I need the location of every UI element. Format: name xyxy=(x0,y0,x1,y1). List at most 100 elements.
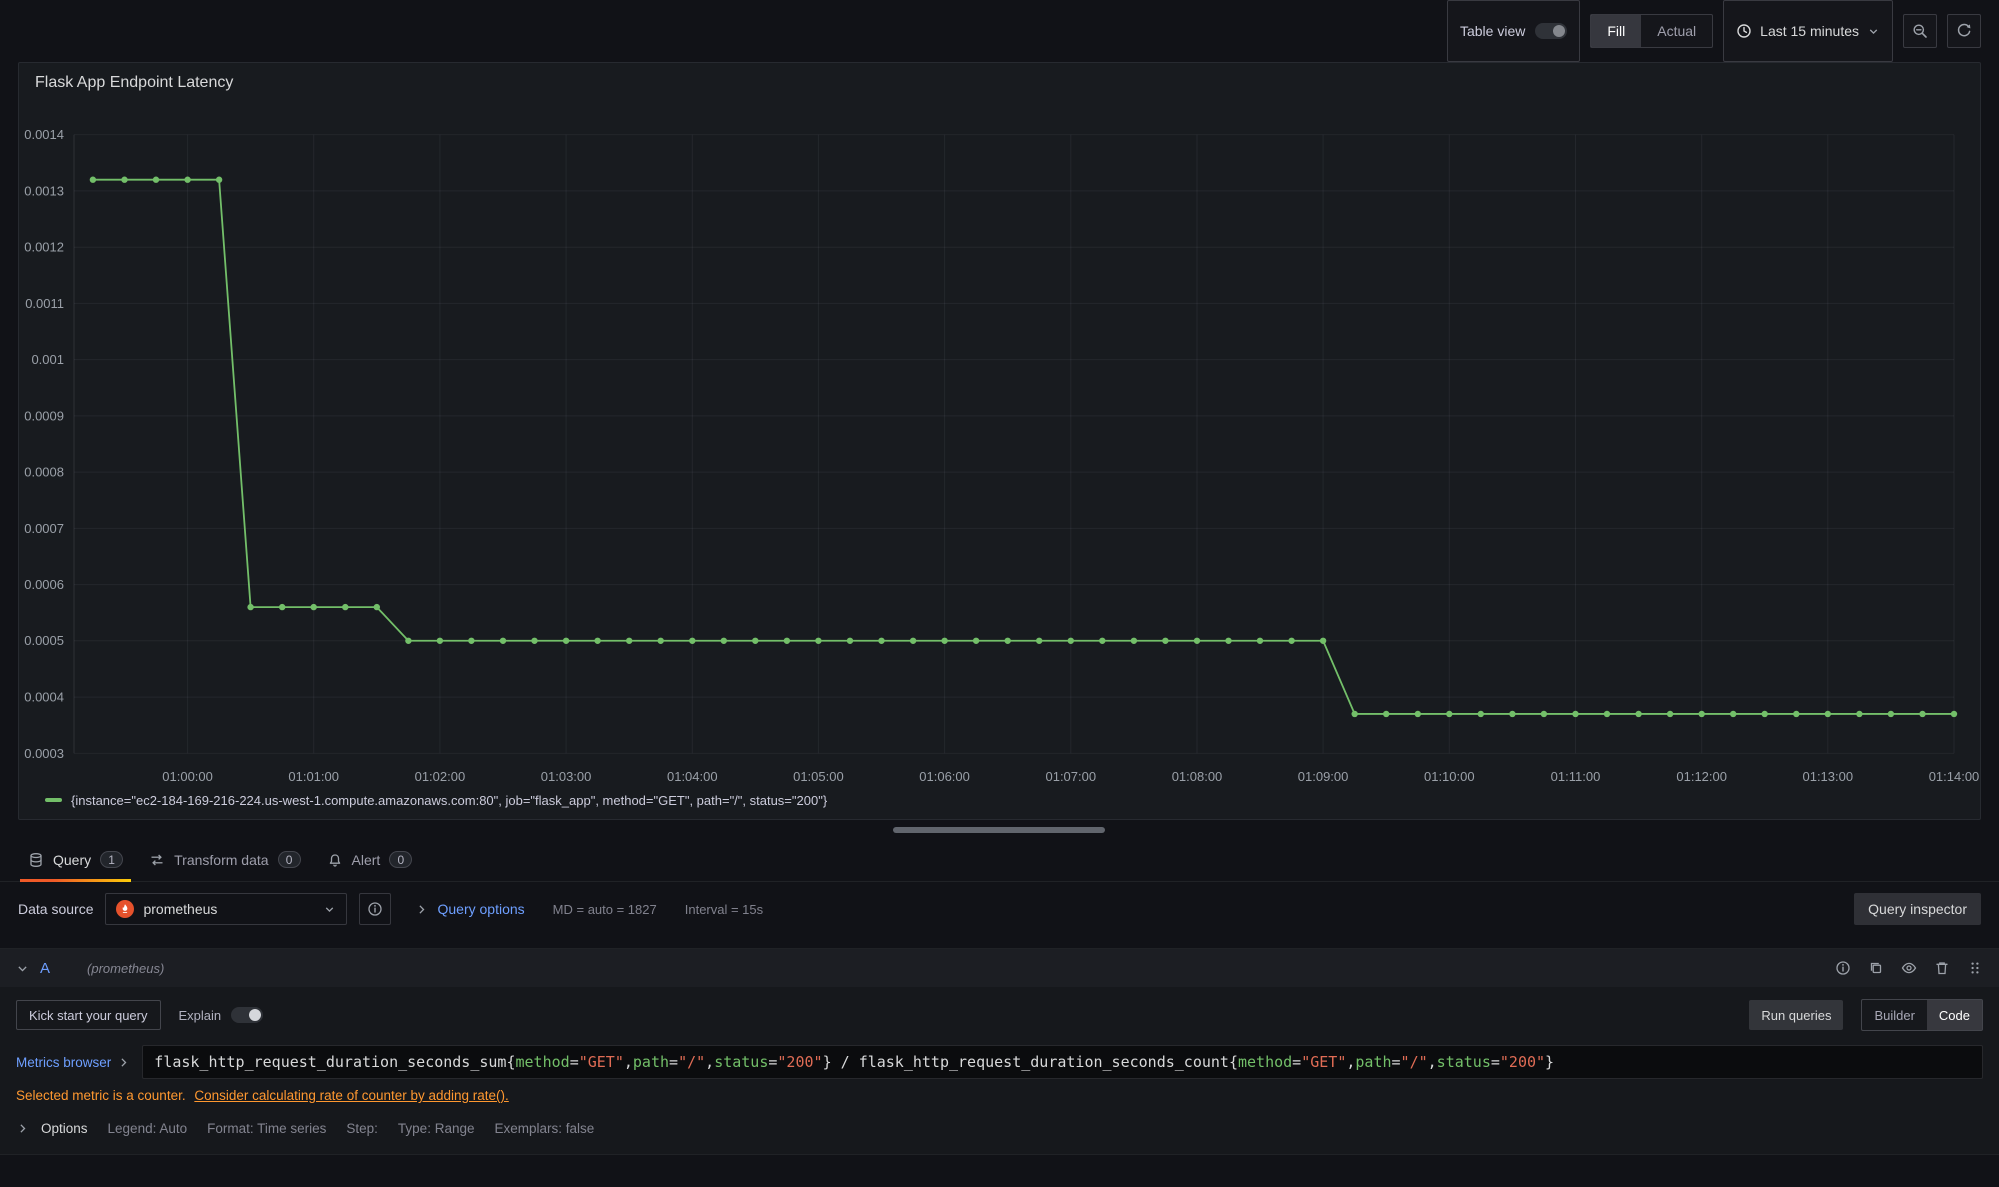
chart-legend: {instance="ec2-184-169-216-224.us-west-1… xyxy=(19,789,1980,819)
prometheus-icon xyxy=(116,900,134,918)
toggle-knob xyxy=(249,1009,261,1021)
info-icon[interactable] xyxy=(1835,960,1851,976)
svg-text:0.0014: 0.0014 xyxy=(24,127,64,142)
tab-query[interactable]: Query 1 xyxy=(18,838,133,881)
legend-series-label[interactable]: {instance="ec2-184-169-216-224.us-west-1… xyxy=(71,793,827,808)
chart-area[interactable]: 0.00030.00040.00050.00060.00070.00080.00… xyxy=(19,99,1980,789)
svg-text:0.0005: 0.0005 xyxy=(24,633,64,648)
builder-code-switch: Builder Code xyxy=(1861,999,1983,1031)
query-options-summary-row: Options Legend: Auto Format: Time series… xyxy=(0,1103,1999,1148)
zoom-out-icon xyxy=(1912,23,1928,39)
zoom-out-button[interactable] xyxy=(1903,14,1937,48)
actual-button[interactable]: Actual xyxy=(1641,15,1712,47)
table-view-toggle[interactable] xyxy=(1535,23,1567,39)
tab-query-count: 1 xyxy=(100,851,123,868)
fill-actual-group: Fill Actual xyxy=(1590,14,1713,48)
chevron-down-icon xyxy=(323,903,336,916)
svg-text:01:06:00: 01:06:00 xyxy=(919,769,970,784)
horizontal-scrollbar[interactable] xyxy=(893,827,1105,833)
code-mode-button[interactable]: Code xyxy=(1927,1000,1982,1030)
svg-text:01:11:00: 01:11:00 xyxy=(1551,769,1601,784)
tab-alert[interactable]: Alert 0 xyxy=(317,838,423,881)
datasource-selected-value: prometheus xyxy=(143,901,314,917)
tab-query-label: Query xyxy=(53,852,91,868)
datasource-select[interactable]: prometheus xyxy=(105,893,347,925)
tab-alert-label: Alert xyxy=(352,852,381,868)
query-row-actions xyxy=(1835,960,1983,976)
table-view-label: Table view xyxy=(1460,23,1525,39)
svg-text:0.0009: 0.0009 xyxy=(24,408,64,423)
datasource-row: Data source prometheus Query options MD … xyxy=(0,882,1999,936)
toggle-knob xyxy=(1553,25,1565,37)
explain-group: Explain xyxy=(179,1007,264,1023)
chevron-right-icon xyxy=(117,1056,130,1069)
fill-button[interactable]: Fill xyxy=(1591,15,1641,47)
svg-text:01:10:00: 01:10:00 xyxy=(1424,769,1475,784)
run-queries-button[interactable]: Run queries xyxy=(1749,1000,1843,1030)
option-format: Format: Time series xyxy=(207,1121,326,1136)
svg-text:01:00:00: 01:00:00 xyxy=(162,769,213,784)
svg-text:0.0012: 0.0012 xyxy=(24,240,64,255)
chevron-right-icon[interactable] xyxy=(16,1122,29,1135)
explain-toggle[interactable] xyxy=(231,1007,263,1023)
refresh-icon xyxy=(1956,23,1972,39)
option-legend: Legend: Auto xyxy=(108,1121,188,1136)
refresh-button[interactable] xyxy=(1947,14,1981,48)
max-data-points-text: MD = auto = 1827 xyxy=(553,902,657,917)
kick-start-query-button[interactable]: Kick start your query xyxy=(16,1000,161,1030)
latency-panel: Flask App Endpoint Latency 0.00030.00040… xyxy=(18,62,1981,820)
scroll-area xyxy=(0,820,1999,838)
options-expander-label[interactable]: Options xyxy=(41,1121,88,1136)
svg-text:0.0013: 0.0013 xyxy=(24,183,64,198)
query-options-expander[interactable]: Query options xyxy=(415,901,524,917)
info-circle-icon xyxy=(367,901,383,917)
tab-transform-data[interactable]: Transform data 0 xyxy=(139,838,310,881)
query-options-label: Query options xyxy=(437,901,524,917)
interval-text: Interval = 15s xyxy=(685,902,763,917)
eye-icon[interactable] xyxy=(1901,960,1917,976)
svg-text:01:03:00: 01:03:00 xyxy=(541,769,592,784)
explain-label: Explain xyxy=(179,1008,222,1023)
trash-icon[interactable] xyxy=(1934,960,1950,976)
promql-query-input[interactable]: flask_http_request_duration_seconds_sum{… xyxy=(142,1045,1983,1079)
svg-text:01:14:00: 01:14:00 xyxy=(1929,769,1980,784)
svg-text:0.001: 0.001 xyxy=(31,352,64,367)
query-datasource-hint: (prometheus) xyxy=(87,961,164,976)
query-ref-id: A xyxy=(40,960,50,977)
query-inspector-button[interactable]: Query inspector xyxy=(1854,893,1981,925)
option-exemplars: Exemplars: false xyxy=(494,1121,594,1136)
duplicate-icon[interactable] xyxy=(1868,960,1884,976)
counter-warning: Selected metric is a counter. Consider c… xyxy=(0,1079,1999,1103)
add-rate-link[interactable]: Consider calculating rate of counter by … xyxy=(194,1088,508,1103)
query-row-header[interactable]: A (prometheus) xyxy=(0,949,1999,987)
chevron-right-icon xyxy=(415,903,428,916)
svg-text:01:01:00: 01:01:00 xyxy=(288,769,339,784)
promql-editor-row: Metrics browser flask_http_request_durat… xyxy=(0,1039,1999,1079)
metrics-browser-label: Metrics browser xyxy=(16,1055,111,1070)
dashboard-toolbar: Table view Fill Actual Last 15 minutes xyxy=(0,0,1999,62)
drag-handle-icon[interactable] xyxy=(1967,960,1983,976)
database-icon xyxy=(28,852,44,868)
collapse-chevron-icon[interactable] xyxy=(16,962,29,975)
svg-text:0.0008: 0.0008 xyxy=(24,465,64,480)
legend-series-marker xyxy=(45,798,62,802)
svg-text:0.0011: 0.0011 xyxy=(25,296,64,311)
svg-text:0.0006: 0.0006 xyxy=(24,577,64,592)
datasource-label: Data source xyxy=(18,901,93,917)
datasource-help-button[interactable] xyxy=(359,893,391,925)
builder-mode-button[interactable]: Builder xyxy=(1862,1000,1926,1030)
time-range-picker[interactable]: Last 15 minutes xyxy=(1723,0,1893,62)
clock-icon xyxy=(1736,23,1752,39)
transform-icon xyxy=(149,852,165,868)
svg-text:01:13:00: 01:13:00 xyxy=(1803,769,1854,784)
warning-text: Selected metric is a counter. xyxy=(16,1088,186,1103)
svg-text:01:07:00: 01:07:00 xyxy=(1046,769,1097,784)
tab-transform-label: Transform data xyxy=(174,852,268,868)
svg-text:0.0004: 0.0004 xyxy=(24,690,64,705)
panel-title: Flask App Endpoint Latency xyxy=(19,63,1980,99)
metrics-browser-link[interactable]: Metrics browser xyxy=(16,1055,130,1070)
svg-text:01:12:00: 01:12:00 xyxy=(1676,769,1727,784)
svg-text:0.0007: 0.0007 xyxy=(24,521,64,536)
tab-alert-count: 0 xyxy=(389,851,412,868)
svg-text:01:04:00: 01:04:00 xyxy=(667,769,718,784)
